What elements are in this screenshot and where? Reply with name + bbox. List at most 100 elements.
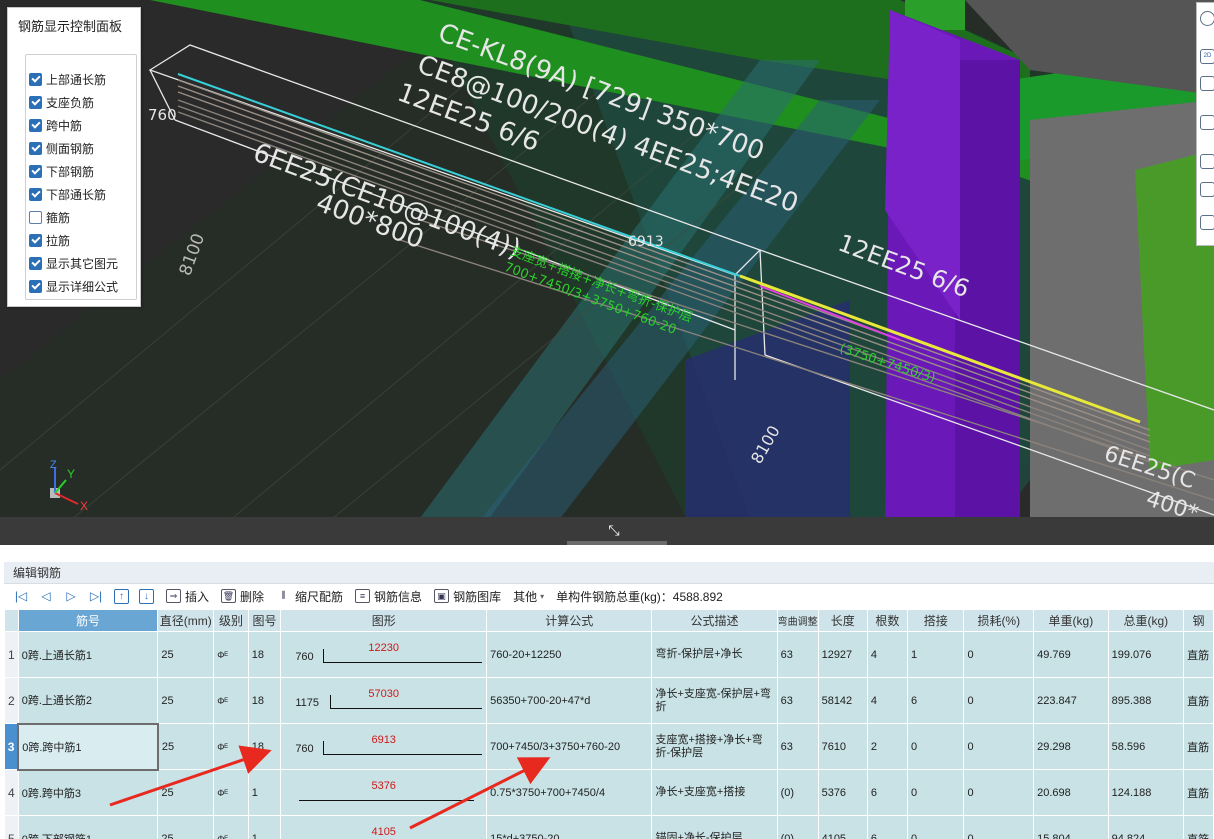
prev-record-icon[interactable]: ◁: [38, 588, 54, 604]
move-down-button[interactable]: ↓: [139, 588, 154, 604]
cell-last[interactable]: 直筋: [1183, 631, 1214, 678]
column-header[interactable]: 损耗(%): [963, 609, 1035, 632]
cell-bend[interactable]: 63: [776, 677, 819, 724]
view-2d-button[interactable]: 2D: [1200, 49, 1214, 64]
cell-length[interactable]: 12927: [817, 631, 868, 678]
cell-dia[interactable]: 25: [157, 677, 215, 724]
cell-length[interactable]: 7610: [817, 723, 868, 770]
cell-last[interactable]: 直筋: [1183, 677, 1214, 724]
cell-name[interactable]: 0跨.跨中筋3: [17, 769, 159, 816]
checkbox[interactable]: [29, 164, 42, 178]
other-menu[interactable]: 其他 ▾: [513, 588, 544, 605]
cell-length[interactable]: 58142: [817, 677, 868, 724]
cell-fig[interactable]: 18: [247, 631, 282, 678]
cell-fig[interactable]: 18: [247, 723, 282, 770]
cell-bend[interactable]: (0): [776, 815, 819, 839]
row-number[interactable]: 2: [4, 677, 19, 724]
checkbox-row[interactable]: 跨中筋: [29, 116, 82, 134]
cell-unit_w[interactable]: 15.804: [1033, 815, 1109, 839]
cell-loss[interactable]: 0: [963, 769, 1035, 816]
checkbox-row[interactable]: 显示详细公式: [29, 277, 118, 295]
cell-loss[interactable]: 0: [963, 723, 1035, 770]
row-number[interactable]: 5: [4, 815, 19, 839]
cell-desc[interactable]: 弯折-保护层+净长: [651, 631, 778, 678]
cell-last[interactable]: 直筋: [1183, 769, 1214, 816]
rebar-shape-cell[interactable]: 1175 57030: [280, 677, 488, 724]
cell-lap[interactable]: 0: [907, 723, 965, 770]
cell-loss[interactable]: 0: [963, 631, 1035, 678]
cell-bend[interactable]: 63: [776, 723, 819, 770]
cell-formula[interactable]: 760-20+12250: [486, 631, 653, 678]
view-select-icon[interactable]: [1200, 154, 1214, 169]
cell-total_w[interactable]: 199.076: [1107, 631, 1185, 678]
cell-length[interactable]: 5376: [817, 769, 868, 816]
view-box-icon[interactable]: [1200, 76, 1214, 91]
cell-grade[interactable]: Φᴱ: [213, 631, 249, 678]
rebar-shape-cell[interactable]: 760 12230: [280, 631, 488, 678]
rebar-3d-scene[interactable]: CE-KL8(9A) [729] 350*700 CE8@100/200(4) …: [0, 0, 1214, 545]
checkbox[interactable]: [29, 210, 42, 224]
cell-length[interactable]: 4105: [817, 815, 868, 839]
checkbox[interactable]: [29, 279, 42, 293]
cell-total_w[interactable]: 124.188: [1107, 769, 1185, 816]
checkbox-row[interactable]: 下部通长筋: [29, 185, 106, 203]
cell-count[interactable]: 6: [866, 815, 909, 839]
row-number[interactable]: 1: [4, 631, 19, 678]
checkbox[interactable]: [29, 95, 42, 109]
cell-bend[interactable]: 63: [776, 631, 819, 678]
column-header[interactable]: 计算公式: [486, 609, 653, 632]
cell-fig[interactable]: 18: [247, 677, 282, 724]
column-header[interactable]: 单重(kg): [1033, 609, 1109, 632]
cell-count[interactable]: 4: [866, 677, 909, 724]
checkbox[interactable]: [29, 187, 42, 201]
cell-dia[interactable]: 25: [157, 631, 215, 678]
first-record-icon[interactable]: |◁: [13, 588, 29, 604]
splitter-handle[interactable]: [567, 541, 667, 545]
cell-lap[interactable]: 1: [907, 631, 965, 678]
checkbox-row[interactable]: 拉筋: [29, 231, 70, 249]
last-record-icon[interactable]: ▷|: [88, 588, 104, 604]
cell-last[interactable]: 直筋: [1183, 723, 1214, 770]
list-view-icon[interactable]: [1200, 215, 1214, 230]
checkbox[interactable]: [29, 233, 42, 247]
cell-formula[interactable]: 0.75*3750+700+7450/4: [486, 769, 653, 816]
cell-name[interactable]: 0跨.下部钢筋1: [17, 815, 159, 839]
cell-desc[interactable]: 锚固+净长-保护层: [651, 815, 778, 839]
checkbox[interactable]: [29, 72, 42, 86]
cell-grade[interactable]: Φᴱ: [213, 723, 249, 770]
table-row[interactable]: 3 0跨.跨中筋1 25 Φᴱ 18 760 6913 700+7450/3+3750+760…: [4, 722, 1214, 771]
cell-total_w[interactable]: 94.824: [1107, 815, 1185, 839]
cell-fig[interactable]: 1: [247, 815, 282, 839]
cell-loss[interactable]: 0: [963, 815, 1035, 839]
cell-name[interactable]: 0跨.跨中筋1: [17, 722, 159, 771]
checkbox-row[interactable]: 侧面钢筋: [29, 139, 94, 157]
orbit-icon[interactable]: [1200, 11, 1214, 26]
cell-unit_w[interactable]: 49.769: [1033, 631, 1109, 678]
table-row[interactable]: 2 0跨.上通长筋2 25 Φᴱ 18 1175 57030 56350+700-20+47*…: [4, 677, 1214, 724]
table-row[interactable]: 4 0跨.跨中筋3 25 Φᴱ 1 5376 0.75*3750+700+7450/4 净长+…: [4, 769, 1214, 816]
column-header[interactable]: 图号: [247, 609, 282, 632]
column-header[interactable]: 总重(kg): [1107, 609, 1185, 632]
rebar-shape-cell[interactable]: 760 6913: [280, 723, 488, 770]
rebar-shape-cell[interactable]: 5376: [280, 769, 488, 816]
rebar-shape-cell[interactable]: 4105: [280, 815, 488, 839]
cell-bend[interactable]: (0): [776, 769, 819, 816]
delete-button[interactable]: 🗑 删除: [221, 588, 264, 605]
cell-unit_w[interactable]: 29.298: [1033, 723, 1109, 770]
column-header[interactable]: 公式描述: [651, 609, 778, 632]
scale-rebar-button[interactable]: ⫼ 缩尺配筋: [276, 588, 343, 605]
checkbox-row[interactable]: 显示其它图元: [29, 254, 118, 272]
column-header[interactable]: 根数: [866, 609, 909, 632]
column-header[interactable]: 直径(mm): [157, 609, 215, 632]
cell-grade[interactable]: Φᴱ: [213, 677, 249, 724]
rebar-library-button[interactable]: ▣ 钢筋图库: [434, 588, 501, 605]
cell-lap[interactable]: 6: [907, 677, 965, 724]
cell-count[interactable]: 2: [866, 723, 909, 770]
cell-name[interactable]: 0跨.上通长筋1: [17, 631, 159, 678]
cell-lap[interactable]: 0: [907, 815, 965, 839]
cell-formula[interactable]: 15*d+3750-20: [486, 815, 653, 839]
cell-total_w[interactable]: 58.596: [1107, 723, 1185, 770]
checkbox-row[interactable]: 上部通长筋: [29, 70, 106, 88]
cell-desc[interactable]: 净长+支座宽+搭接: [651, 769, 778, 816]
cell-grade[interactable]: Φᴱ: [213, 769, 249, 816]
